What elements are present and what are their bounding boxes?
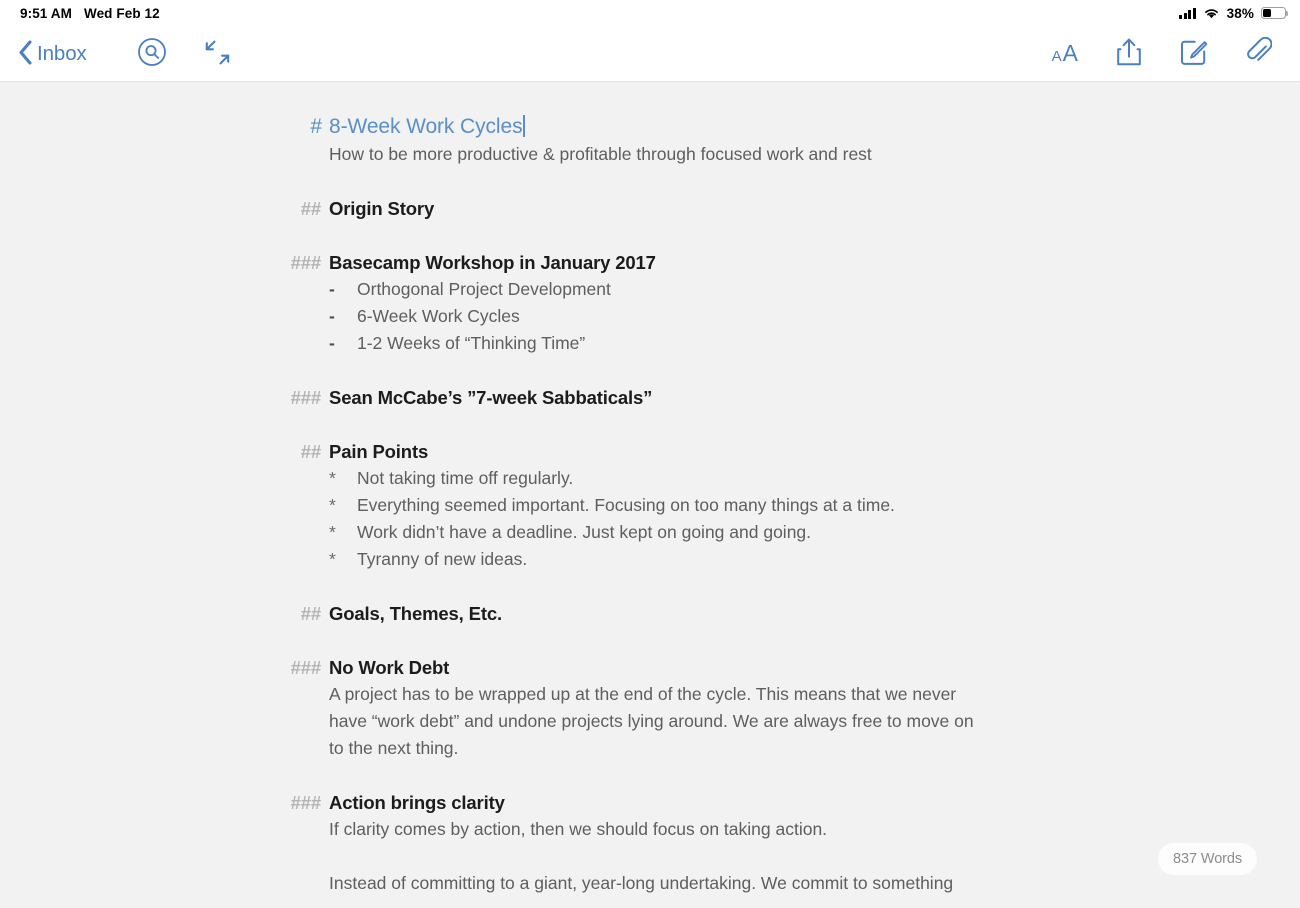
battery-icon xyxy=(1261,7,1289,19)
attachment-button[interactable] xyxy=(1240,31,1278,76)
list-item-text: Work didn’t have a deadline. Just kept o… xyxy=(357,522,812,542)
paragraph-action-clarity[interactable]: If clarity comes by action, then we shou… xyxy=(329,816,974,843)
back-to-inbox-button[interactable]: Inbox xyxy=(10,34,93,74)
list-bullet-dash: - xyxy=(329,306,335,326)
text-size-small-a: A xyxy=(1051,48,1062,65)
status-bar-right: 38% xyxy=(1179,5,1289,21)
list-item-text: 1-2 Weeks of “Thinking Time” xyxy=(357,333,586,353)
expand-arrows-icon xyxy=(203,38,232,70)
heading-text: Pain Points xyxy=(329,441,429,462)
chevron-left-icon xyxy=(18,39,33,68)
heading-text: Action brings clarity xyxy=(329,792,505,813)
heading-no-work-debt[interactable]: ### No Work Debt xyxy=(291,654,1240,681)
text-size-large-a: A xyxy=(1062,40,1078,66)
signal-bars-icon xyxy=(1179,7,1196,19)
share-button[interactable] xyxy=(1110,31,1148,76)
toolbar-right-group: A A xyxy=(1046,31,1282,76)
list-item[interactable]: - Orthogonal Project Development xyxy=(329,276,1240,303)
list-item[interactable]: - 1-2 Weeks of “Thinking Time” xyxy=(329,330,1240,357)
heading-marker-h3: ### xyxy=(290,387,322,408)
toolbar: Inbox A A xyxy=(0,26,1300,82)
share-icon xyxy=(1116,37,1142,70)
heading-pain-points[interactable]: ## Pain Points xyxy=(301,438,1240,465)
heading-marker-h2: ## xyxy=(300,441,321,462)
search-circle-icon xyxy=(137,37,167,70)
heading-marker-h1: # xyxy=(310,115,322,138)
search-button[interactable] xyxy=(131,31,173,76)
compose-button[interactable] xyxy=(1174,32,1214,75)
text-size-aa-icon: A A xyxy=(1052,40,1078,67)
heading-sean-mccabe-sabbaticals[interactable]: ### Sean McCabe’s ”7-week Sabbaticals” xyxy=(291,384,1240,411)
heading-text: Origin Story xyxy=(329,198,435,219)
status-time: 9:51 AM xyxy=(20,5,72,21)
list-item[interactable]: * Work didn’t have a deadline. Just kept… xyxy=(329,519,1240,546)
status-bar: 9:51 AM Wed Feb 12 38% xyxy=(0,0,1300,26)
list-item-text: Not taking time off regularly. xyxy=(357,468,574,488)
list-item-text: Orthogonal Project Development xyxy=(357,279,611,299)
list-bullet-star: * xyxy=(329,522,336,542)
heading-marker-h2: ## xyxy=(300,198,321,219)
heading-basecamp-workshop[interactable]: ### Basecamp Workshop in January 2017 xyxy=(291,249,1240,276)
heading-text: Basecamp Workshop in January 2017 xyxy=(329,252,656,273)
expand-view-button[interactable] xyxy=(197,32,238,76)
document-title-text: 8-Week Work Cycles xyxy=(329,115,523,138)
list-item-text: 6-Week Work Cycles xyxy=(357,306,520,326)
wifi-icon xyxy=(1203,7,1220,20)
heading-marker-h3: ### xyxy=(290,657,322,678)
word-count-badge: 837 Words xyxy=(1158,843,1257,875)
toolbar-left-group: Inbox xyxy=(10,31,238,76)
document-subtitle[interactable]: How to be more productive & profitable t… xyxy=(329,141,1240,168)
list-bullet-star: * xyxy=(329,495,336,515)
back-button-label: Inbox xyxy=(37,41,87,65)
list-item[interactable]: * Everything seemed important. Focusing … xyxy=(329,492,1240,519)
heading-marker-h3: ### xyxy=(290,792,322,813)
list-item[interactable]: * Tyranny of new ideas. xyxy=(329,546,1240,573)
document-content[interactable]: # 8-Week Work Cycles How to be more prod… xyxy=(0,82,1300,897)
list-bullet-dash: - xyxy=(329,333,335,353)
heading-goals-themes[interactable]: ## Goals, Themes, Etc. xyxy=(301,600,1240,627)
list-item[interactable]: * Not taking time off regularly. xyxy=(329,465,1240,492)
battery-percent: 38% xyxy=(1226,5,1254,21)
list-bullet-star: * xyxy=(329,549,336,569)
heading-text: Goals, Themes, Etc. xyxy=(329,603,502,624)
compose-icon xyxy=(1180,38,1208,69)
heading-marker-h2: ## xyxy=(300,603,321,624)
heading-text: Sean McCabe’s ”7-week Sabbaticals” xyxy=(329,387,653,408)
paperclip-icon xyxy=(1246,36,1273,70)
text-cursor xyxy=(523,115,526,137)
list-item[interactable]: - 6-Week Work Cycles xyxy=(329,303,1240,330)
paragraph-instead-of-committing[interactable]: Instead of committing to a giant, year-l… xyxy=(329,870,974,897)
status-bar-left: 9:51 AM Wed Feb 12 xyxy=(20,6,160,21)
document-title[interactable]: # 8-Week Work Cycles xyxy=(310,113,526,141)
heading-origin-story[interactable]: ## Origin Story xyxy=(301,195,1240,222)
text-size-button[interactable]: A A xyxy=(1046,34,1084,73)
list-bullet-dash: - xyxy=(329,279,335,299)
list-item-text: Tyranny of new ideas. xyxy=(357,549,528,569)
heading-text: No Work Debt xyxy=(329,657,450,678)
document-editor[interactable]: # 8-Week Work Cycles How to be more prod… xyxy=(0,82,1300,908)
list-bullet-star: * xyxy=(329,468,336,488)
heading-marker-h3: ### xyxy=(290,252,322,273)
list-item-text: Everything seemed important. Focusing on… xyxy=(357,495,895,515)
heading-action-brings-clarity[interactable]: ### Action brings clarity xyxy=(291,789,1240,816)
paragraph-no-work-debt[interactable]: A project has to be wrapped up at the en… xyxy=(329,681,974,762)
status-date: Wed Feb 12 xyxy=(83,5,160,21)
